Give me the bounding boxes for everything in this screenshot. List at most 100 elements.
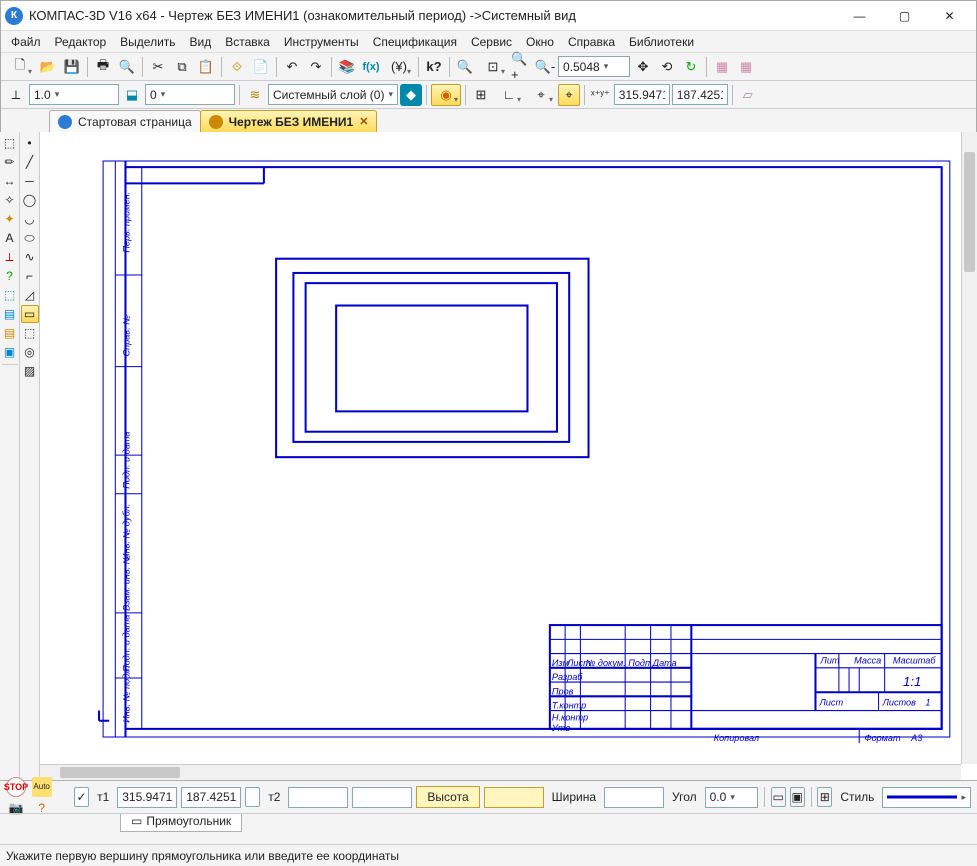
copy-props-button[interactable]: ⟐ — [226, 56, 248, 78]
tab-close-icon[interactable]: ✕ — [359, 115, 368, 128]
redo-button[interactable]: ↷ — [305, 56, 327, 78]
stop-button[interactable]: ◉ — [431, 84, 461, 106]
maximize-button[interactable]: ▢ — [882, 2, 927, 30]
collect-tool[interactable]: ⬚ — [21, 324, 39, 342]
p1-y-input[interactable] — [181, 787, 241, 808]
copy-button[interactable]: ⧉ — [171, 56, 193, 78]
coord-x-input[interactable] — [614, 84, 670, 105]
save-button[interactable]: 💾 — [61, 56, 83, 78]
menu-edit[interactable]: Редактор — [49, 33, 113, 51]
zoom-fit-button[interactable]: 🔍 — [454, 56, 476, 78]
menu-service[interactable]: Сервис — [465, 33, 518, 51]
arc-tool[interactable]: ◡ — [21, 210, 39, 228]
h-scrollbar[interactable] — [40, 764, 961, 780]
zoom-combo[interactable]: 0.5048▾ — [558, 56, 630, 77]
pan-button[interactable]: ✥ — [632, 56, 654, 78]
layers-icon[interactable]: ≋ — [244, 84, 266, 106]
param-panel[interactable]: ⟂ — [1, 248, 19, 266]
panel-tab-rect[interactable]: ▭Прямоугольник — [120, 814, 242, 832]
menu-libs[interactable]: Библиотеки — [623, 33, 700, 51]
p2-check[interactable] — [245, 787, 260, 807]
close-button[interactable]: ✕ — [927, 2, 972, 30]
zoom-in-button[interactable]: 🔍+ — [510, 56, 532, 78]
menu-file[interactable]: Файл — [5, 33, 47, 51]
coord-y-input[interactable] — [672, 84, 728, 105]
layer-combo[interactable]: Системный слой (0)▾ — [268, 84, 398, 105]
menu-select[interactable]: Выделить — [114, 33, 181, 51]
hatch-tool[interactable]: ▨ — [21, 362, 39, 380]
menu-spec[interactable]: Спецификация — [367, 33, 463, 51]
edit-panel[interactable]: ✦ — [1, 210, 19, 228]
menu-tools[interactable]: Инструменты — [278, 33, 365, 51]
insert-panel[interactable]: ▣ — [1, 343, 19, 361]
snap-grid-button[interactable]: ⊞ — [470, 84, 492, 106]
preview-button[interactable]: 🔍 — [116, 56, 138, 78]
text-panel[interactable]: A — [1, 229, 19, 247]
vars-button[interactable]: (¥) — [384, 56, 414, 78]
menu-help[interactable]: Справка — [562, 33, 621, 51]
height-label[interactable]: Высота — [416, 786, 479, 808]
measure-panel[interactable]: ? — [1, 267, 19, 285]
axis-2-button[interactable]: ▣ — [790, 787, 805, 807]
props-button[interactable]: 📄 — [250, 56, 272, 78]
new-button[interactable]: 🗋 — [5, 56, 35, 78]
redraw-button[interactable]: ↻ — [680, 56, 702, 78]
geometry-panel[interactable]: ✏ — [1, 153, 19, 171]
axis-1-button[interactable]: ▭ — [771, 787, 786, 807]
line-tool[interactable]: ─ — [21, 172, 39, 190]
p1-x-input[interactable] — [117, 787, 177, 808]
snap-auto-button[interactable]: ⌖ — [558, 84, 580, 106]
fx-button[interactable]: f(x) — [360, 56, 382, 78]
spec-panel[interactable]: ▤ — [1, 305, 19, 323]
frame2-button[interactable]: ▦ — [735, 56, 757, 78]
state-combo[interactable]: 0▾ — [145, 84, 235, 105]
dim-panel[interactable]: ↔ — [1, 172, 19, 190]
circle-tool[interactable]: ◯ — [21, 191, 39, 209]
select-tool[interactable]: ⬚ — [1, 134, 19, 152]
menu-view[interactable]: Вид — [184, 33, 218, 51]
marks-panel[interactable]: ✧ — [1, 191, 19, 209]
select2-panel[interactable]: ⬚ — [1, 286, 19, 304]
zoom-window-button[interactable]: ⊡ — [478, 56, 508, 78]
aux-line-tool[interactable]: ╱ — [21, 153, 39, 171]
ellipse-tool[interactable]: ⬭ — [21, 229, 39, 247]
paste-button[interactable]: 📋 — [195, 56, 217, 78]
p2-x-input[interactable] — [288, 787, 348, 808]
p2-y-input[interactable] — [352, 787, 412, 808]
library-button[interactable]: 📚 — [336, 56, 358, 78]
style-combo[interactable]: ▸ — [882, 787, 971, 808]
scale-combo[interactable]: 1.0▾ — [29, 84, 119, 105]
height-input[interactable] — [484, 787, 544, 808]
fillet-tool[interactable]: ⌐ — [21, 267, 39, 285]
tab-start-page[interactable]: Стартовая страница — [49, 110, 201, 132]
rectangle-tool[interactable]: ▭ — [21, 305, 39, 323]
v-scrollbar[interactable] — [961, 132, 977, 764]
p1-check[interactable]: ✓ — [74, 787, 89, 807]
stop-icon[interactable]: STOP — [6, 777, 26, 797]
minimize-button[interactable]: — — [837, 2, 882, 30]
report-panel[interactable]: ▤ — [1, 324, 19, 342]
equidistant-tool[interactable]: ◎ — [21, 343, 39, 361]
grid-button[interactable]: ⊞ — [817, 787, 832, 807]
zoom-prev-button[interactable]: ⟲ — [656, 56, 678, 78]
misc-button[interactable]: ▱ — [737, 84, 759, 106]
cut-button[interactable]: ✂ — [147, 56, 169, 78]
drawing-canvas[interactable]: Изм Лист № докум. Подп Дата Разраб Пров … — [40, 132, 961, 764]
tab-drawing[interactable]: Чертеж БЕЗ ИМЕНИ1 ✕ — [200, 110, 378, 132]
zoom-out-button[interactable]: 🔍- — [534, 56, 556, 78]
snap-button[interactable]: ⌖ — [526, 84, 556, 106]
menu-insert[interactable]: Вставка — [219, 33, 276, 51]
width-input[interactable] — [604, 787, 664, 808]
open-button[interactable]: 📂 — [37, 56, 59, 78]
auto-icon[interactable]: Auto — [32, 777, 52, 797]
snap-ortho-button[interactable]: ∟ — [494, 84, 524, 106]
undo-button[interactable]: ↶ — [281, 56, 303, 78]
angle-combo[interactable]: 0.0▾ — [705, 787, 758, 808]
spline-tool[interactable]: ∿ — [21, 248, 39, 266]
print-button[interactable]: 🖶 — [92, 56, 114, 78]
point-tool[interactable]: • — [21, 134, 39, 152]
chamfer-tool[interactable]: ◿ — [21, 286, 39, 304]
frame-button[interactable]: ▦ — [711, 56, 733, 78]
help-button[interactable]: k? — [423, 56, 445, 78]
layer-color-icon[interactable]: ◆ — [400, 84, 422, 106]
